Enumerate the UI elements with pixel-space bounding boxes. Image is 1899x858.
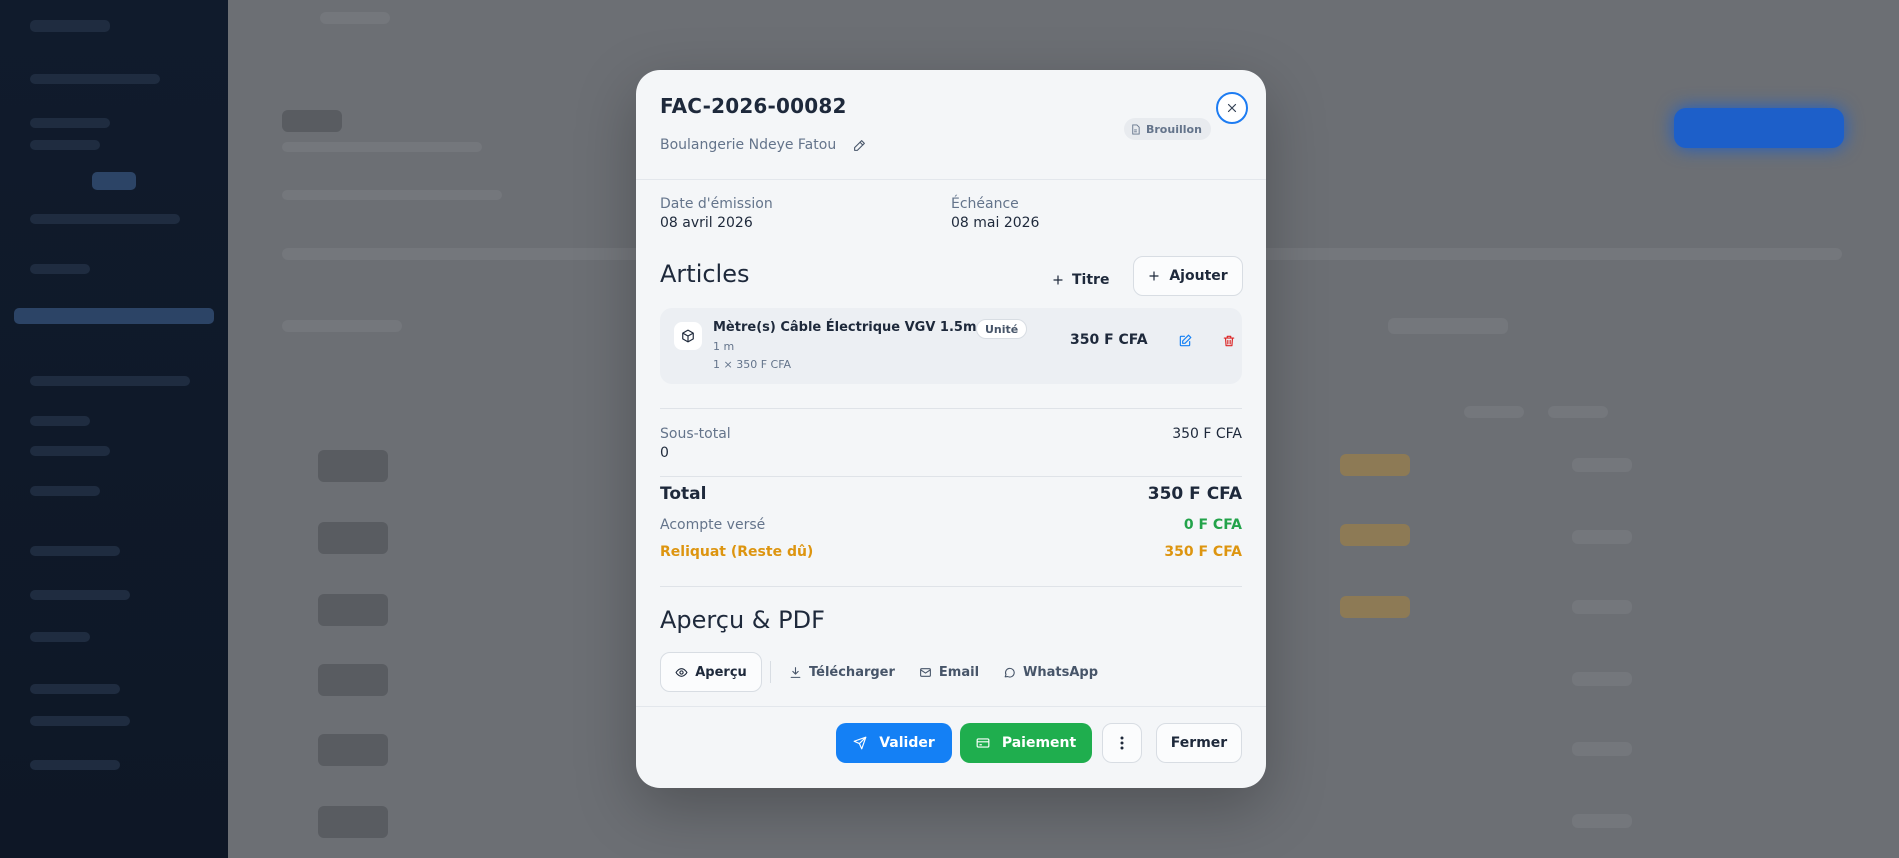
tab-email[interactable]: Email [907,652,991,692]
client-name: Boulangerie Ndeye Fatou [660,137,837,153]
download-icon [790,666,801,678]
preview-tabs: Aperçu Télécharger Email WhatsApp [660,651,1110,693]
total-value: 350 F CFA [1147,484,1242,504]
tab-whatsapp-label: WhatsApp [1023,664,1099,680]
balance-value: 350 F CFA [1164,544,1242,560]
whatsapp-icon [1004,667,1015,678]
more-vertical-icon [1120,736,1124,750]
total-label: Total [660,484,707,504]
tab-separator [770,661,771,683]
plus-icon [1053,275,1063,285]
subtotal-extra-value: 0 [660,445,669,461]
close-button[interactable]: Fermer [1156,723,1242,763]
modal-header: FAC-2026-00082 Boulangerie Ndeye Fatou B… [636,70,1266,180]
article-price: 350 F CFA [1070,332,1148,348]
due-date-label: Échéance [951,196,1019,212]
tab-download[interactable]: Télécharger [777,652,907,692]
articles-title: Articles [660,260,750,288]
article-item: Mètre(s) Câble Électrique VGV 1.5mm² Uni… [660,308,1242,384]
document-icon [1132,123,1140,135]
payment-label: Paiement [1001,735,1077,751]
tab-preview-label: Aperçu [695,664,747,680]
article-quantity: 1 m [713,340,735,353]
more-options-button[interactable] [1102,723,1142,763]
divider [660,476,1242,477]
eye-icon [675,667,688,677]
divider [660,408,1242,409]
status-badge: Brouillon [1124,118,1211,140]
tab-preview[interactable]: Aperçu [660,652,762,692]
issue-date: Date d'émission 08 avril 2026 [660,196,951,231]
deposit-value: 0 F CFA [1183,517,1242,533]
close-modal-button[interactable] [1216,92,1248,124]
invoice-number: FAC-2026-00082 [660,94,847,118]
credit-card-icon [976,738,990,748]
edit-icon [1179,334,1192,347]
tab-download-label: Télécharger [809,664,895,680]
pencil-icon [853,139,865,151]
subtotal-value: 350 F CFA [1172,426,1242,442]
edit-article-button[interactable] [1174,330,1196,352]
mail-icon [920,667,931,677]
status-label: Brouillon [1146,122,1202,136]
payment-button[interactable]: Paiement [960,723,1092,763]
invoice-dates: Date d'émission 08 avril 2026 Échéance 0… [660,196,1242,231]
subtotal-label: Sous-total [660,426,731,442]
tab-email-label: Email [938,664,980,680]
trash-icon [1223,335,1235,347]
plus-icon [1149,271,1159,281]
client-row: Boulangerie Ndeye Fatou [660,134,870,156]
modal-footer: Valider Paiement Fermer [636,706,1266,788]
article-calculation: 1 × 350 F CFA [713,358,792,371]
article-name: Mètre(s) Câble Électrique VGV 1.5mm² [713,320,996,335]
validate-label: Valider [879,735,935,751]
article-unit-badge: Unité [976,319,1028,339]
issue-date-value: 08 avril 2026 [660,215,753,231]
edit-client-button[interactable] [848,134,870,156]
due-date: Échéance 08 mai 2026 [951,196,1242,231]
package-icon [674,322,702,350]
invoice-modal: FAC-2026-00082 Boulangerie Ndeye Fatou B… [636,70,1266,788]
issue-date-label: Date d'émission [660,196,773,212]
add-title-button[interactable]: Titre [1040,260,1121,300]
deposit-label: Acompte versé [660,517,766,533]
background-sidebar [0,0,228,858]
divider [660,586,1242,587]
close-icon [1227,103,1237,113]
delete-article-button[interactable] [1218,330,1240,352]
send-icon [853,736,867,750]
add-title-label: Titre [1072,272,1110,288]
tab-whatsapp[interactable]: WhatsApp [991,652,1110,692]
balance-label: Reliquat (Reste dû) [660,544,814,560]
due-date-value: 08 mai 2026 [951,215,1040,231]
add-article-button[interactable]: Ajouter [1133,256,1243,296]
validate-button[interactable]: Valider [836,723,952,763]
preview-title: Aperçu & PDF [660,606,825,634]
add-article-label: Ajouter [1169,268,1228,284]
